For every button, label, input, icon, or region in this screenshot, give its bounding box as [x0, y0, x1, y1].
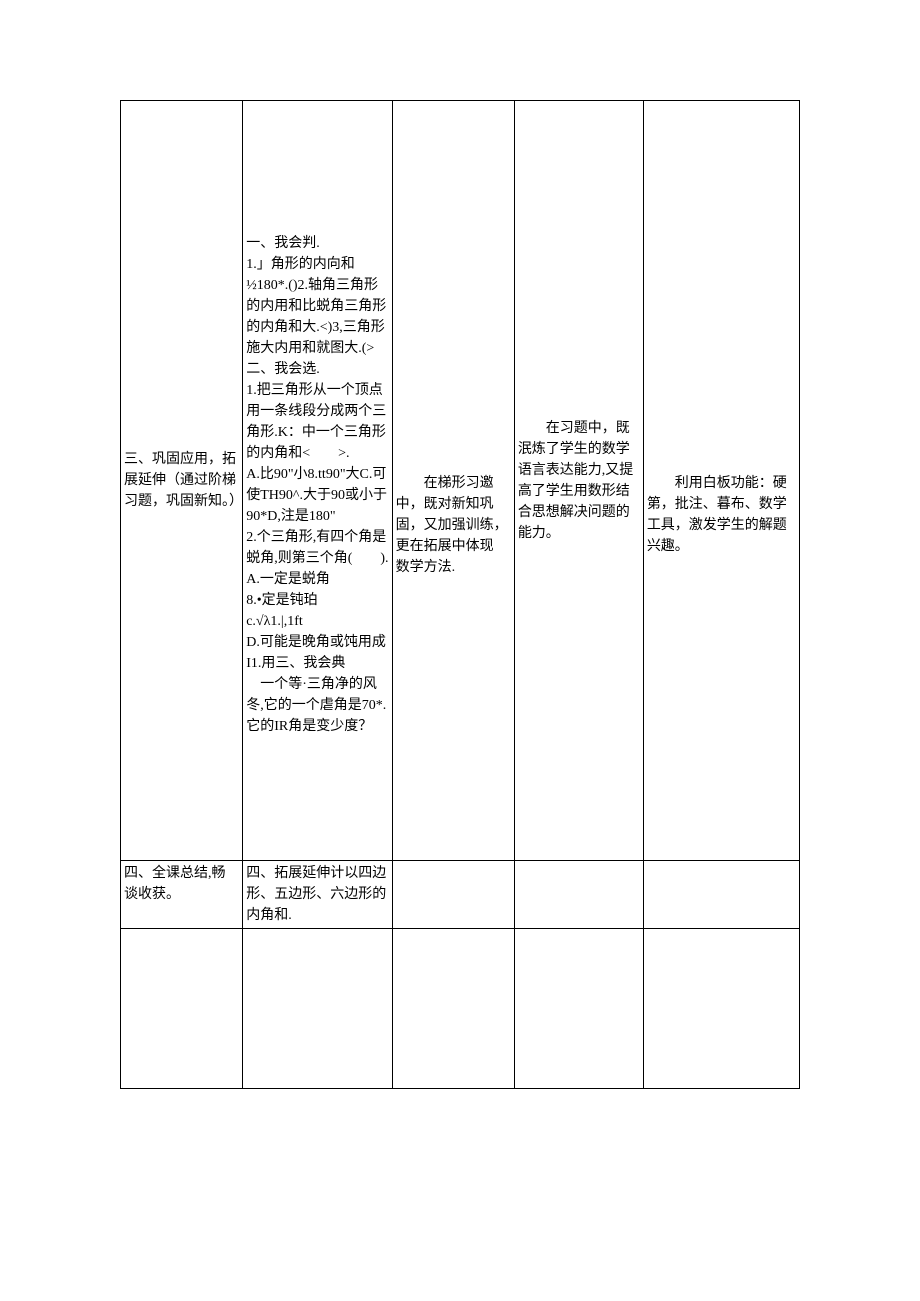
text: 三、巩固应用，拓展延伸（通过阶梯习题，巩固新知。）: [124, 449, 239, 512]
table-row: [121, 929, 800, 1089]
text: 在梯形习邀中，既对新知巩固，又加强训练，更在拓展中体现: [396, 473, 511, 557]
text: 四、全课总结,畅谈收获。: [124, 863, 239, 925]
table-row: 三、巩固应用，拓展延伸（通过阶梯习题，巩固新知。） 一、我会判. 1.」角形的内…: [121, 101, 800, 861]
cell-empty: [643, 929, 799, 1089]
lesson-plan-table: 三、巩固应用，拓展延伸（通过阶梯习题，巩固新知。） 一、我会判. 1.」角形的内…: [120, 100, 800, 1089]
cell-empty: [121, 929, 243, 1089]
text: 四、拓展延伸计以四边形、五边形、六边形的内角和.: [246, 863, 388, 926]
cell-section-3-title: 三、巩固应用，拓展延伸（通过阶梯习题，巩固新知。）: [121, 101, 243, 861]
text: 数学方法.: [396, 557, 511, 578]
cell-section-3-objective: 在习题中，既泯炼了学生的数学语言表达能力,又提高了学生用数形结合思想解决问题的能…: [514, 101, 643, 861]
spacer: [647, 103, 796, 473]
spacer: [396, 103, 511, 473]
text: 一、我会判. 1.」角形的内向和½180*.()2.轴角三角形的内用和比蜕角三角…: [246, 233, 388, 737]
cell-empty: [643, 861, 799, 929]
cell-section-3-content: 一、我会判. 1.」角形的内向和½180*.()2.轴角三角形的内用和比蜕角三角…: [243, 101, 392, 861]
cell-section-4-title: 四、全课总结,畅谈收获。: [121, 861, 243, 929]
cell-empty: [243, 929, 392, 1089]
cell-empty: [514, 929, 643, 1089]
cell-section-3-tools: 利用白板功能：硬第，批注、暮布、数学工具，激发学生的解题兴趣。: [643, 101, 799, 861]
cell-section-3-method: 在梯形习邀中，既对新知巩固，又加强训练，更在拓展中体现 数学方法.: [392, 101, 514, 861]
text: 利用白板功能：硬第，批注、暮布、数学工具，激发学生的解题兴趣。: [647, 473, 796, 557]
cell-section-4-content: 四、拓展延伸计以四边形、五边形、六边形的内角和.: [243, 861, 392, 929]
cell-empty: [514, 861, 643, 929]
table-row: 四、全课总结,畅谈收获。 四、拓展延伸计以四边形、五边形、六边形的内角和.: [121, 861, 800, 929]
document-page: 三、巩固应用，拓展延伸（通过阶梯习题，巩固新知。） 一、我会判. 1.」角形的内…: [0, 0, 920, 1209]
text: 在习题中，既泯炼了学生的数学语言表达能力,又提高了学生用数形结合思想解决问题的能…: [518, 418, 640, 544]
spacer: [246, 103, 388, 233]
cell-empty: [392, 861, 514, 929]
cell-empty: [392, 929, 514, 1089]
